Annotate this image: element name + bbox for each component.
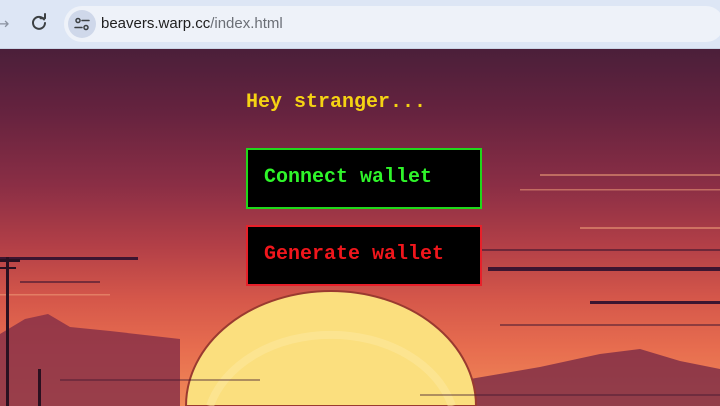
hill-right <box>470 349 720 406</box>
address-bar[interactable]: beavers.warp.cc/index.html <box>64 6 720 42</box>
url-text[interactable]: beavers.warp.cc/index.html <box>101 15 283 33</box>
tune-icon[interactable] <box>68 10 96 38</box>
generate-wallet-button[interactable]: Generate wallet <box>246 225 482 286</box>
page-background: Hey stranger... Connect wallet Generate … <box>0 49 720 406</box>
url-path: /index.html <box>210 15 283 32</box>
sun <box>184 290 478 406</box>
reload-icon[interactable] <box>29 13 49 33</box>
connect-wallet-button[interactable]: Connect wallet <box>246 148 482 209</box>
hill-left <box>0 314 180 406</box>
greeting-text: Hey stranger... <box>246 91 427 114</box>
url-host: beavers.warp.cc <box>101 15 211 32</box>
back-arrow-icon[interactable]: → <box>0 14 10 34</box>
browser-toolbar: → beavers.warp.cc/index.html <box>0 0 720 49</box>
